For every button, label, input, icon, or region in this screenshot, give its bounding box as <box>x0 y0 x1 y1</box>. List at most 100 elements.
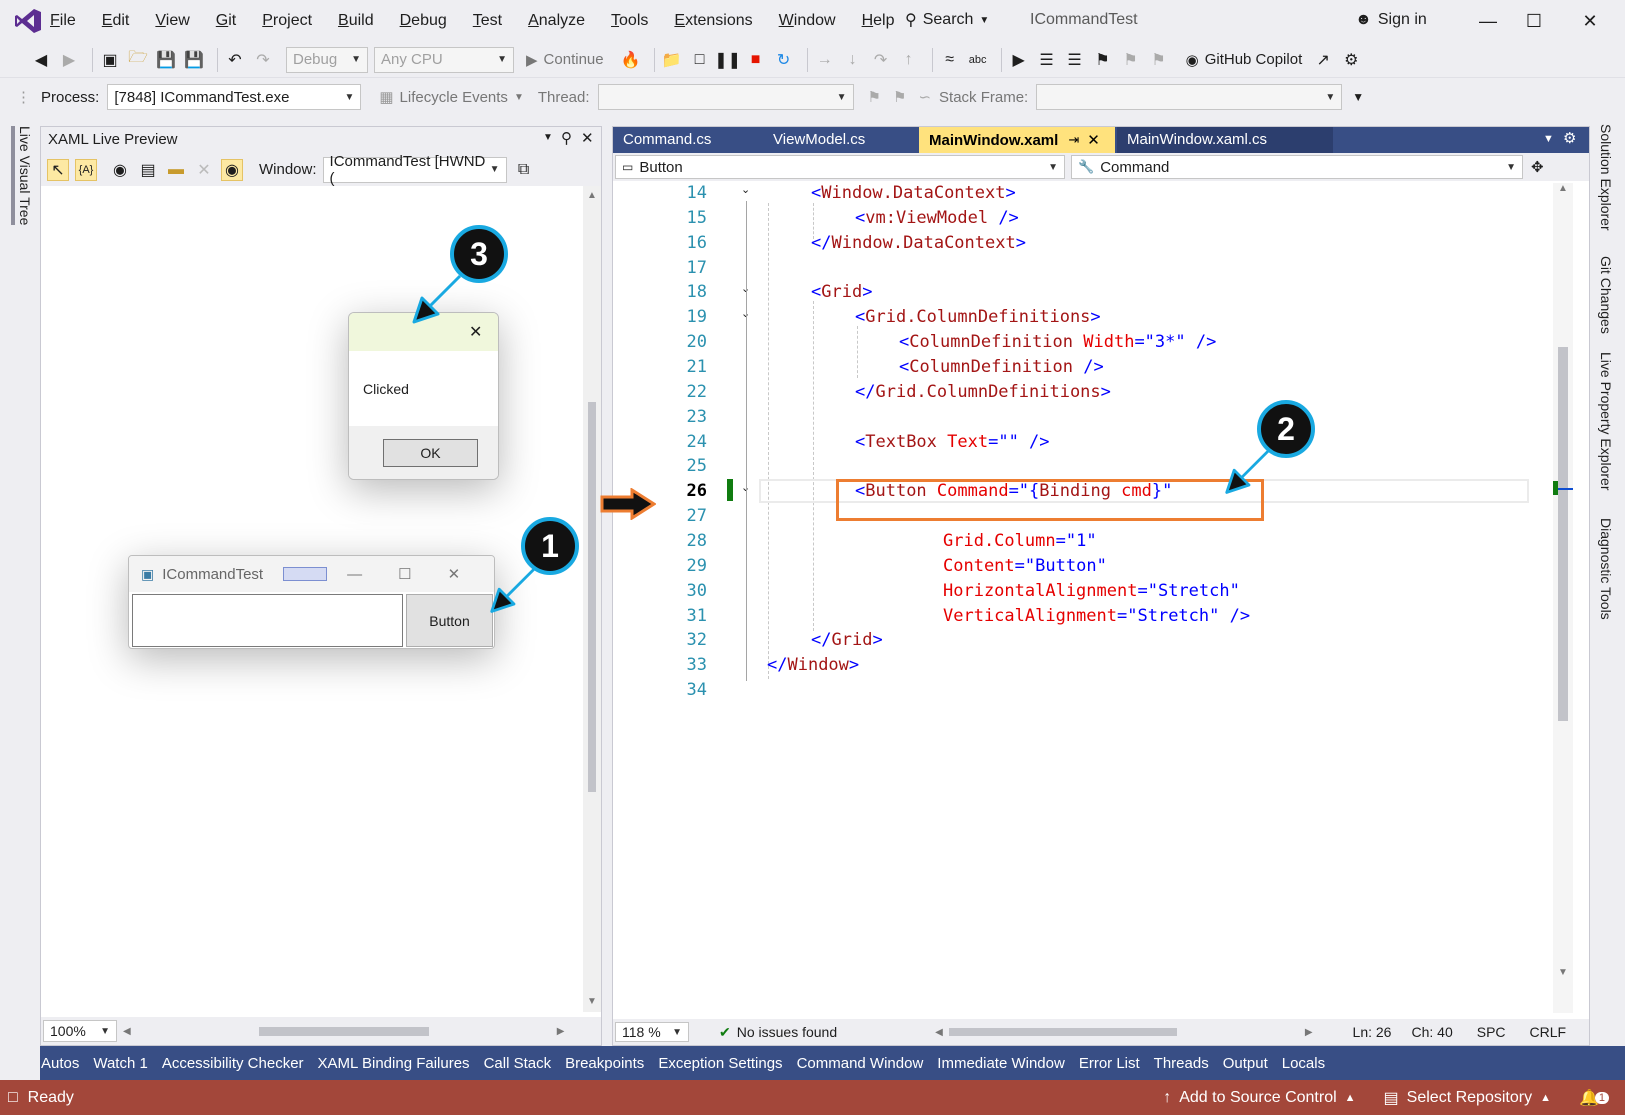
toolbar-overflow-icon[interactable]: ▼ <box>1352 90 1364 104</box>
tab-viewmodel-cs[interactable]: ViewModel.cs <box>763 127 918 153</box>
line-indicator[interactable]: Ln: 26 <box>1353 1024 1392 1040</box>
editor-zoom-dropdown[interactable]: 118 % ▼ <box>615 1022 689 1042</box>
diagnostics-icon[interactable]: ≈ <box>939 49 961 71</box>
spell-check-icon[interactable]: abc <box>967 49 989 71</box>
scroll-left-icon[interactable]: ◀ <box>123 1026 131 1037</box>
process-dropdown[interactable]: [7848] ICommandTest.exe ▼ <box>107 84 362 110</box>
app-button[interactable]: Button <box>406 594 493 647</box>
tab-watch-1[interactable]: Watch 1 <box>93 1055 147 1072</box>
menu-analyze[interactable]: Analyze <box>528 12 585 30</box>
thread-dropdown[interactable]: ▼ <box>597 84 854 110</box>
restart-icon[interactable]: ↻ <box>773 49 795 71</box>
tab-accessibility-checker[interactable]: Accessibility Checker <box>162 1055 304 1072</box>
select-element-icon[interactable]: ▶ <box>1008 49 1030 71</box>
collapse-icon[interactable]: ⌄ <box>741 183 750 196</box>
undo-icon[interactable]: ↶ <box>224 49 246 71</box>
scroll-down-icon[interactable]: ▼ <box>1558 967 1568 978</box>
github-copilot-button[interactable]: ◉ GitHub Copilot <box>1186 51 1303 69</box>
popout-icon[interactable]: ⧉ <box>513 159 535 181</box>
tab-mainwindow-xaml-cs[interactable]: MainWindow.xaml.cs <box>1117 127 1333 153</box>
next-bookmark-icon[interactable]: ⚑ <box>1148 49 1170 71</box>
scroll-right-icon[interactable]: ▶ <box>557 1026 565 1037</box>
in-app-toolbar-icon[interactable] <box>283 567 328 581</box>
flag-icon[interactable]: ⚑ <box>868 88 881 106</box>
pause-icon[interactable]: ❚❚ <box>714 49 741 71</box>
save-all-icon[interactable]: 💾 <box>183 49 205 71</box>
issues-status[interactable]: No issues found <box>737 1024 837 1040</box>
select-element-icon[interactable]: ↖ <box>47 158 69 181</box>
display-layout-adorners-icon[interactable]: {A} <box>75 158 97 181</box>
panel-menu-icon[interactable]: ▼ <box>543 132 553 143</box>
element-dropdown[interactable]: ▭ Button ▼ <box>615 155 1065 179</box>
menu-test[interactable]: Test <box>473 12 502 30</box>
whitespace-indicator[interactable]: SPC <box>1477 1024 1506 1040</box>
scroll-right-icon[interactable]: ▶ <box>1305 1027 1313 1038</box>
preview-zoom-dropdown[interactable]: 100% ▼ <box>43 1020 117 1042</box>
tab-command-cs[interactable]: Command.cs <box>613 127 763 153</box>
ok-button[interactable]: OK <box>383 439 478 467</box>
flag-threads-icon[interactable]: ⚑ <box>893 88 906 106</box>
continue-button[interactable]: ▶ Continue <box>526 51 604 69</box>
pin-icon[interactable]: ⚲ <box>561 129 572 147</box>
minimize-icon[interactable]: — <box>347 566 362 583</box>
tab-breakpoints[interactable]: Breakpoints <box>565 1055 644 1072</box>
settings-icon[interactable]: ⚙ <box>1340 49 1362 71</box>
code-area[interactable]: 14 15 16 17 18 19 20 21 22 23 24 25 26 2… <box>613 183 1589 1013</box>
stack-frame-dropdown[interactable]: ▼ <box>1036 84 1343 110</box>
tab-autos[interactable]: Autos <box>41 1055 79 1072</box>
redo-icon[interactable]: ↷ <box>252 49 274 71</box>
sign-in-button[interactable]: ☻ Sign in <box>1355 11 1427 29</box>
lifecycle-events-dropdown[interactable]: Lifecycle Events ▼ <box>400 89 524 106</box>
hot-reload-icon[interactable]: 🔥 <box>620 49 642 71</box>
scroll-up-icon[interactable]: ▲ <box>587 190 597 201</box>
live-property-explorer-tab[interactable]: Live Property Explorer <box>1598 352 1614 491</box>
maximize-button[interactable]: ☐ <box>1514 4 1554 38</box>
scroll-down-icon[interactable]: ▼ <box>587 996 597 1007</box>
split-editor-icon[interactable]: ✥ <box>1531 158 1544 176</box>
menu-extensions[interactable]: Extensions <box>674 12 752 30</box>
forward-icon[interactable]: ▶ <box>58 49 80 71</box>
uncomment-icon[interactable]: ☰ <box>1064 49 1086 71</box>
back-icon[interactable]: ◀ <box>30 49 52 71</box>
close-icon[interactable]: ✕ <box>1087 131 1100 149</box>
line-ending-indicator[interactable]: CRLF <box>1530 1024 1567 1040</box>
menu-view[interactable]: View <box>155 12 189 30</box>
close-icon[interactable]: ✕ <box>581 129 594 147</box>
tab-error-list[interactable]: Error List <box>1079 1055 1140 1072</box>
git-changes-tab[interactable]: Git Changes <box>1598 256 1614 334</box>
configuration-dropdown[interactable]: Debug ▼ <box>286 46 368 73</box>
minimize-button[interactable]: — <box>1468 4 1508 38</box>
menu-project[interactable]: Project <box>262 12 312 30</box>
tab-mainwindow-xaml[interactable]: MainWindow.xaml ⇥ ✕ <box>919 127 1115 153</box>
tab-command-window[interactable]: Command Window <box>797 1055 924 1072</box>
add-to-source-control-button[interactable]: ↑ Add to Source Control ▲ <box>1163 1089 1355 1107</box>
window-layout-icon[interactable]: □ <box>689 49 711 71</box>
tab-threads[interactable]: Threads <box>1154 1055 1209 1072</box>
platform-dropdown[interactable]: Any CPU ▼ <box>374 46 514 73</box>
tab-locals[interactable]: Locals <box>1282 1055 1325 1072</box>
step-into-icon[interactable]: ↓ <box>842 49 864 71</box>
scroll-thumb[interactable] <box>1558 347 1568 721</box>
tab-output[interactable]: Output <box>1223 1055 1268 1072</box>
menu-file[interactable]: File <box>50 12 76 30</box>
member-dropdown[interactable]: 🔧 Command ▼ <box>1071 155 1523 179</box>
show-next-statement-icon[interactable]: → <box>814 49 836 71</box>
toggle-external-code-icon[interactable]: ∽ <box>918 88 931 106</box>
menu-window[interactable]: Window <box>779 12 836 30</box>
app-textbox[interactable] <box>132 594 403 647</box>
comment-icon[interactable]: ☰ <box>1036 49 1058 71</box>
tab-list-icon[interactable]: ▼ <box>1543 133 1554 145</box>
bookmark-icon[interactable]: ⚑ <box>1092 49 1114 71</box>
menu-tools[interactable]: Tools <box>611 12 648 30</box>
save-icon[interactable]: 💾 <box>155 49 177 71</box>
track-focus-icon[interactable]: ◉ <box>109 159 131 181</box>
maximize-icon[interactable]: ☐ <box>398 565 411 583</box>
tab-immediate-window[interactable]: Immediate Window <box>937 1055 1065 1072</box>
scroll-left-icon[interactable]: ◀ <box>935 1027 943 1038</box>
preview-horizontal-scroll-thumb[interactable] <box>258 1026 429 1036</box>
open-folder-icon[interactable]: 🗁 <box>127 49 149 71</box>
step-over-icon[interactable]: ↷ <box>870 49 892 71</box>
scroll-thumb[interactable] <box>588 402 596 792</box>
live-visual-tree-tab[interactable]: Live Visual Tree <box>11 126 33 226</box>
editor-vertical-scrollbar[interactable]: ▲ ▼ <box>1553 183 1573 1013</box>
